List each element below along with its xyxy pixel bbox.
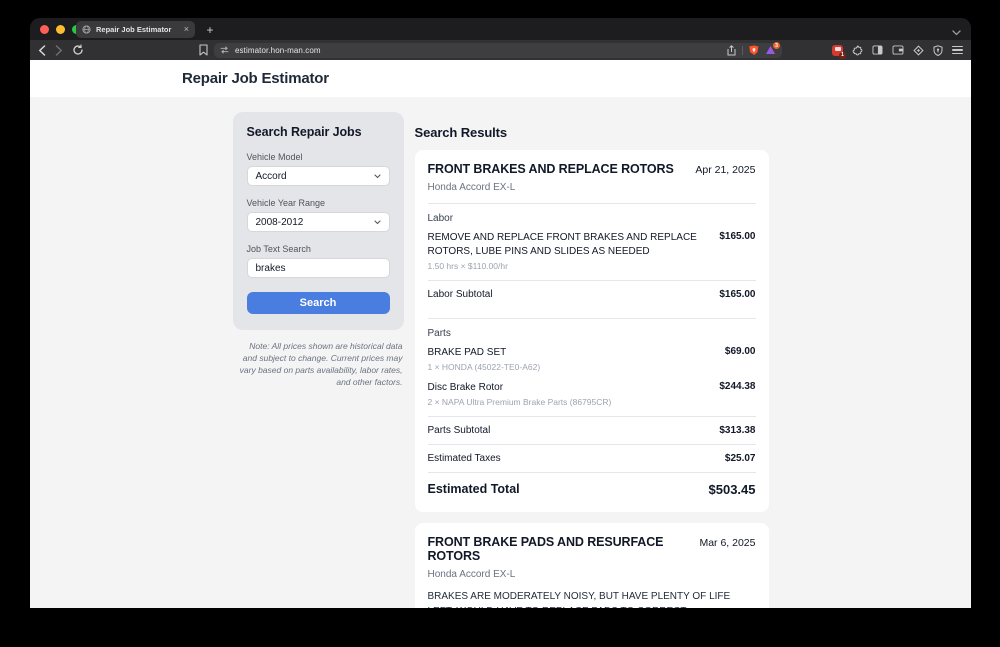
labor-line-item: REMOVE AND REPLACE FRONT BRAKES AND REPL… bbox=[428, 231, 756, 259]
part-line-item: Disc Brake Rotor $244.38 bbox=[428, 381, 756, 395]
minimize-window-button[interactable] bbox=[56, 25, 65, 34]
taxes-value: $25.07 bbox=[725, 453, 756, 464]
part-item-meta: 2 × NAPA Ultra Premium Brake Parts (8679… bbox=[428, 397, 756, 407]
year-range-value: 2008-2012 bbox=[256, 217, 304, 228]
page-header: Repair Job Estimator bbox=[30, 60, 971, 97]
labor-subtotal-label: Labor Subtotal bbox=[428, 289, 493, 300]
job-date: Apr 21, 2025 bbox=[695, 164, 755, 176]
total-label: Estimated Total bbox=[428, 482, 520, 497]
chevron-down-icon bbox=[374, 220, 381, 225]
back-button[interactable] bbox=[38, 45, 46, 56]
labor-item-price: $165.00 bbox=[719, 231, 755, 259]
pricing-note: Note: All prices shown are historical da… bbox=[233, 341, 404, 389]
vpn-shield-button[interactable] bbox=[933, 45, 943, 56]
total-row: Estimated Total $503.45 bbox=[428, 472, 756, 499]
year-range-select[interactable]: 2008-2012 bbox=[247, 212, 390, 232]
close-window-button[interactable] bbox=[40, 25, 49, 34]
forward-button[interactable] bbox=[55, 45, 63, 56]
chevron-down-icon bbox=[952, 30, 961, 36]
window-controls bbox=[40, 25, 81, 34]
year-range-label: Vehicle Year Range bbox=[247, 198, 390, 208]
labor-item-meta: 1.50 hrs × $110.00/hr bbox=[428, 261, 756, 271]
result-card: FRONT BRAKES AND REPLACE ROTORS Apr 21, … bbox=[415, 150, 769, 512]
share-icon bbox=[727, 45, 736, 56]
ai-assistant-button[interactable] bbox=[913, 45, 924, 56]
rewards-badge: 3 bbox=[773, 42, 780, 49]
labor-subtotal-row: Labor Subtotal $165.00 bbox=[428, 280, 756, 308]
vehicle-name: Honda Accord EX-L bbox=[428, 182, 756, 193]
extension-badge: 1 bbox=[839, 52, 846, 59]
bookmarks-button[interactable] bbox=[199, 44, 208, 56]
sidebar-toggle-button[interactable] bbox=[872, 45, 883, 55]
job-text-search-input[interactable] bbox=[247, 258, 390, 278]
browser-toolbar: estimator.hon-man.com bbox=[30, 40, 971, 60]
chevron-down-icon bbox=[374, 174, 381, 179]
extension-button[interactable]: 1 bbox=[832, 45, 843, 56]
taxes-row: Estimated Taxes $25.07 bbox=[428, 444, 756, 472]
labor-subtotal-value: $165.00 bbox=[719, 289, 755, 300]
reload-button[interactable] bbox=[72, 44, 84, 56]
vehicle-name: Honda Accord EX-L bbox=[428, 569, 756, 580]
search-panel-title: Search Repair Jobs bbox=[247, 125, 390, 139]
reload-icon bbox=[72, 44, 84, 56]
job-title: FRONT BRAKE PADS AND RESURFACE ROTORS bbox=[428, 535, 690, 563]
web-page: Repair Job Estimator Search Repair Jobs … bbox=[30, 60, 971, 608]
job-date: Mar 6, 2025 bbox=[699, 537, 755, 549]
page-title: Repair Job Estimator bbox=[182, 70, 329, 87]
parts-subtotal-value: $313.38 bbox=[719, 425, 755, 436]
wallet-button[interactable] bbox=[892, 45, 904, 55]
new-tab-button[interactable]: + bbox=[202, 21, 218, 38]
parts-subtotal-label: Parts Subtotal bbox=[428, 425, 491, 436]
vehicle-model-label: Vehicle Model bbox=[247, 152, 390, 162]
share-button[interactable] bbox=[727, 45, 736, 56]
address-bar[interactable]: estimator.hon-man.com bbox=[214, 43, 782, 58]
taxes-label: Estimated Taxes bbox=[428, 453, 501, 464]
brave-shields-button[interactable] bbox=[749, 45, 759, 56]
menu-button[interactable] bbox=[952, 46, 963, 54]
browser-tab[interactable]: Repair Job Estimator × bbox=[76, 21, 195, 38]
shield-badge-icon bbox=[933, 45, 943, 56]
site-settings-icon bbox=[220, 46, 229, 54]
hamburger-icon bbox=[952, 46, 963, 47]
result-card: FRONT BRAKE PADS AND RESURFACE ROTORS Ma… bbox=[415, 523, 769, 608]
brave-shield-icon bbox=[749, 45, 759, 56]
parts-subtotal-row: Parts Subtotal $313.38 bbox=[428, 416, 756, 444]
job-text-search-label: Job Text Search bbox=[247, 244, 390, 254]
vehicle-model-value: Accord bbox=[256, 171, 287, 182]
bookmark-icon bbox=[199, 44, 208, 56]
part-line-item: BRAKE PAD SET $69.00 bbox=[428, 346, 756, 360]
sparkle-diamond-icon bbox=[913, 45, 924, 56]
tab-overflow-button[interactable] bbox=[952, 23, 961, 41]
part-item-price: $69.00 bbox=[725, 346, 756, 360]
part-item-desc: Disc Brake Rotor bbox=[428, 381, 504, 395]
chevron-right-icon bbox=[55, 45, 63, 56]
search-button[interactable]: Search bbox=[247, 292, 390, 314]
vehicle-model-select[interactable]: Accord bbox=[247, 166, 390, 186]
parts-section-label: Parts bbox=[428, 328, 756, 339]
tab-title: Repair Job Estimator bbox=[96, 25, 179, 34]
wallet-icon bbox=[892, 45, 904, 55]
search-results-title: Search Results bbox=[415, 125, 769, 140]
rewards-button[interactable]: 3 bbox=[765, 45, 776, 55]
globe-favicon-icon bbox=[82, 25, 91, 34]
tab-bar: Repair Job Estimator × + bbox=[30, 18, 971, 40]
url-text: estimator.hon-man.com bbox=[235, 46, 321, 55]
labor-item-desc: REMOVE AND REPLACE FRONT BRAKES AND REPL… bbox=[428, 231, 708, 259]
browser-window: Repair Job Estimator × + bbox=[30, 18, 971, 608]
part-item-price: $244.38 bbox=[719, 381, 755, 395]
search-panel: Search Repair Jobs Vehicle Model Accord … bbox=[233, 112, 404, 330]
total-value: $503.45 bbox=[709, 482, 756, 497]
job-title: FRONT BRAKES AND REPLACE ROTORS bbox=[428, 162, 674, 176]
job-description: BRAKES ARE MODERATELY NOISY, BUT HAVE PL… bbox=[428, 590, 756, 608]
chevron-left-icon bbox=[38, 45, 46, 56]
toolbar-divider bbox=[742, 46, 743, 55]
part-item-desc: BRAKE PAD SET bbox=[428, 346, 507, 360]
part-item-meta: 1 × HONDA (45022-TE0-A62) bbox=[428, 362, 756, 372]
sidebar-icon bbox=[872, 45, 883, 55]
extensions-menu-button[interactable] bbox=[852, 45, 863, 56]
labor-section-label: Labor bbox=[428, 213, 756, 224]
puzzle-icon bbox=[852, 45, 863, 56]
close-tab-icon[interactable]: × bbox=[184, 25, 189, 34]
